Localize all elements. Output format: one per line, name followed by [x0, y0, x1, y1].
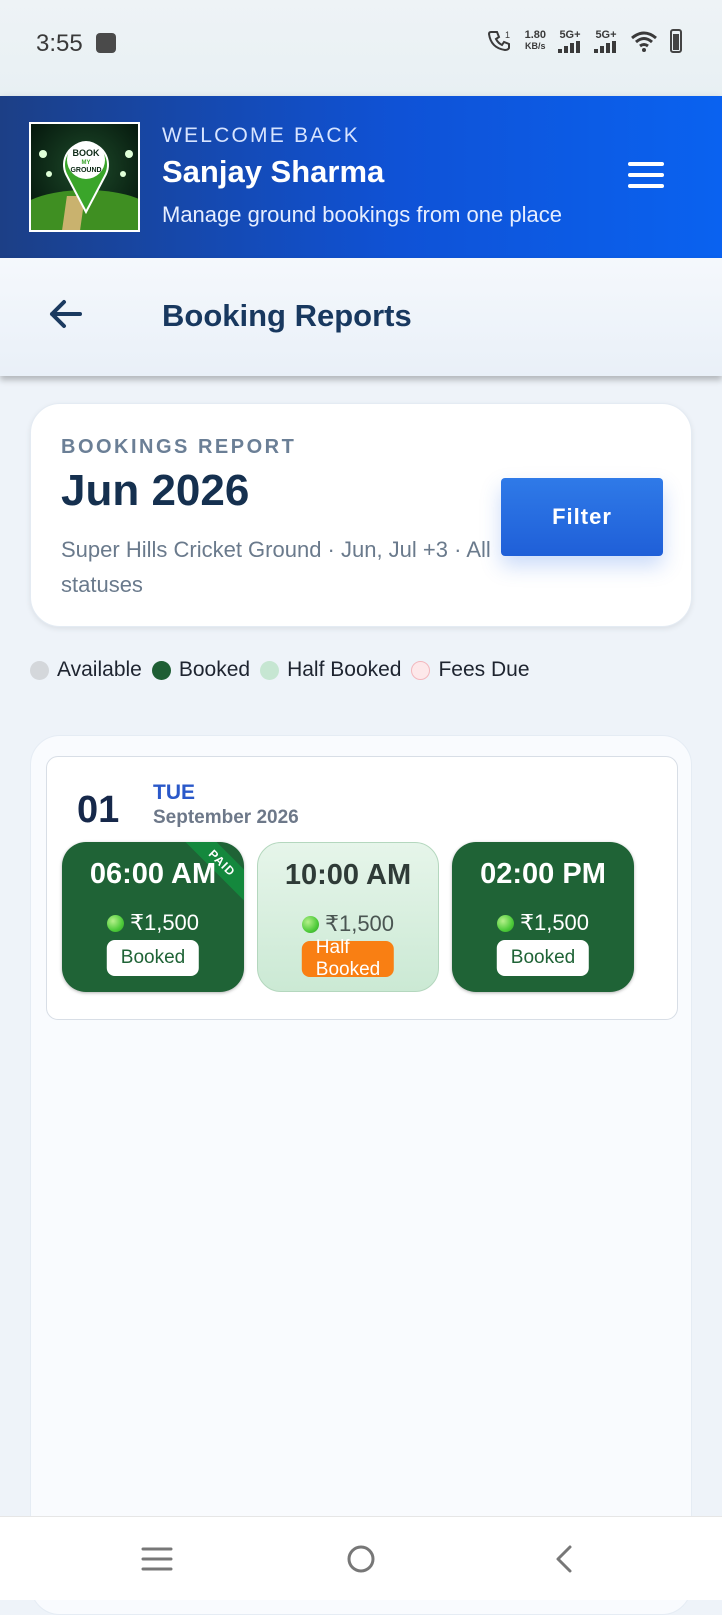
legend-dot	[30, 660, 49, 680]
legend-label: Booked	[178, 658, 251, 681]
price-value: ₹1,500	[519, 910, 590, 935]
network-speed: 1.80 KB/s	[525, 30, 546, 52]
home-icon[interactable]	[339, 1537, 383, 1581]
status-bar: 3:55 1 1.80 KB/s 5G+ 5G+	[0, 0, 722, 96]
day-number: 01	[77, 789, 120, 831]
system-navbar	[0, 1516, 722, 1600]
header-subtitle: Manage ground bookings from one place	[162, 202, 562, 227]
usb-icon	[96, 33, 116, 53]
legend-item: Booked	[151, 658, 251, 682]
slot-card[interactable]: 10:00 AM ₹1,500 Half Booked	[257, 842, 439, 992]
battery-icon	[670, 29, 682, 53]
status-badge: Booked	[496, 940, 590, 976]
svg-text:1: 1	[505, 30, 510, 40]
svg-text:GROUND: GROUND	[70, 167, 101, 174]
signal-label: 5G+	[559, 29, 581, 41]
ball-icon	[106, 914, 124, 932]
status-time: 3:55	[36, 30, 83, 57]
slot-time: 02:00 PM	[480, 858, 606, 890]
report-summary-card: BOOKINGS REPORT Jun 2026 Super Hills Cri…	[30, 403, 692, 627]
legend-dot	[411, 660, 431, 680]
page-title: Booking Reports	[162, 298, 412, 333]
slot-price: ₹1,500	[62, 910, 244, 936]
ball-icon	[301, 915, 319, 933]
day-card: 01 TUE September 2026 PAID 06:00 AM ₹1,5…	[46, 756, 678, 1020]
user-name: Sanjay Sharma	[162, 154, 385, 189]
signal-icon: 5G+	[594, 29, 618, 53]
svg-text:MY: MY	[82, 160, 91, 166]
hamburger-icon[interactable]	[628, 162, 664, 188]
status-badge: Half Booked	[301, 937, 395, 980]
welcome-text: WELCOME BACK	[162, 124, 360, 147]
slot-time: 06:00 AM	[89, 858, 217, 890]
slot-card[interactable]: 02:00 PM ₹1,500 Booked	[452, 842, 634, 992]
legend-dot	[260, 660, 280, 680]
report-description: Super Hills Cricket Ground · Jun, Jul +3…	[61, 537, 491, 597]
logo-text: BOOK	[73, 148, 101, 158]
status-legend: Available Booked Half Booked Fees Due	[30, 658, 540, 682]
app-logo: BOOK MY GROUND	[29, 122, 140, 232]
bookings-list: 01 TUE September 2026 PAID 06:00 AM ₹1,5…	[30, 735, 692, 1615]
signal-icon: 5G+	[558, 29, 582, 53]
filter-button[interactable]: Filter	[501, 478, 663, 556]
recents-icon[interactable]	[135, 1537, 179, 1581]
status-badge: Booked	[106, 940, 200, 976]
price-value: ₹1,500	[324, 911, 395, 936]
app-header: BOOK MY GROUND WELCOME BACK Sanjay Sharm…	[0, 96, 722, 258]
legend-label: Available	[57, 658, 142, 681]
page-toolbar: Booking Reports	[0, 258, 722, 376]
slot-price: ₹1,500	[452, 910, 634, 936]
slot-card[interactable]: PAID 06:00 AM ₹1,500 Booked	[62, 842, 244, 992]
legend-item: Half Booked	[260, 658, 401, 682]
speed-value: 1.80	[524, 29, 546, 41]
wifi-call-icon: 1	[487, 30, 510, 52]
price-value: ₹1,500	[129, 910, 200, 935]
status-icons: 1 1.80 KB/s 5G+ 5G+	[487, 28, 682, 54]
back-nav-icon[interactable]	[543, 1537, 587, 1581]
ball-icon	[496, 914, 514, 932]
legend-label: Half Booked	[287, 658, 402, 681]
legend-label: Fees Due	[438, 658, 530, 681]
speed-unit: KB/s	[525, 41, 546, 51]
slot-price: ₹1,500	[258, 911, 438, 937]
signal-label: 5G+	[595, 29, 617, 41]
legend-item: Available	[30, 658, 142, 682]
arrow-left-icon[interactable]	[46, 294, 86, 334]
day-month-year: September 2026	[153, 807, 299, 828]
day-weekday: TUE	[153, 781, 195, 804]
legend-dot	[151, 660, 171, 680]
report-month: Jun 2026	[61, 466, 250, 515]
wifi-icon	[631, 31, 657, 52]
legend-item: Fees Due	[411, 658, 530, 682]
report-label: BOOKINGS REPORT	[61, 436, 297, 458]
slot-time: 10:00 AM	[284, 859, 412, 891]
